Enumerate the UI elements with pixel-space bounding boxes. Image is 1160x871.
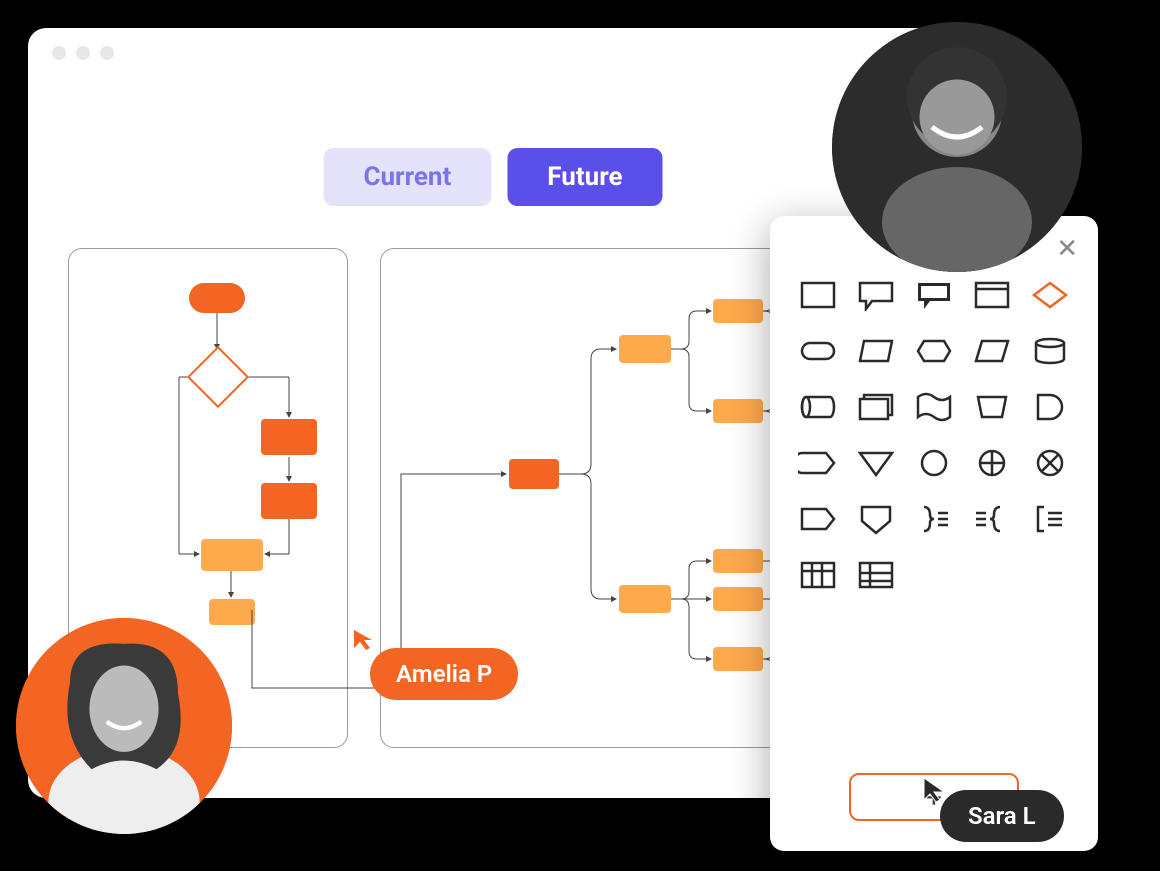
shape-flag-icon[interactable] bbox=[912, 390, 956, 424]
shape-rectangle-icon[interactable] bbox=[796, 278, 840, 312]
shape-shield-icon[interactable] bbox=[854, 502, 898, 536]
leaf-node[interactable] bbox=[713, 647, 763, 671]
collaborator-cursor-amelia: Amelia P bbox=[370, 648, 518, 700]
shape-bucket-icon[interactable] bbox=[970, 390, 1014, 424]
process-node[interactable] bbox=[261, 483, 317, 519]
shape-can-icon[interactable] bbox=[796, 390, 840, 424]
cursor-pointer-icon bbox=[352, 628, 376, 652]
avatar-placeholder-icon bbox=[16, 618, 232, 834]
branch-node[interactable] bbox=[619, 335, 671, 363]
shape-pentagon-tag-icon[interactable] bbox=[796, 502, 840, 536]
tab-future[interactable]: Future bbox=[507, 148, 662, 206]
shape-grid-vertical-icon[interactable] bbox=[796, 558, 840, 592]
leaf-node[interactable] bbox=[713, 299, 763, 323]
close-icon[interactable]: ✕ bbox=[1056, 234, 1078, 264]
shape-picker-panel: ✕ + bbox=[770, 216, 1098, 851]
shape-speech-bubble-icon[interactable] bbox=[854, 278, 898, 312]
tab-current[interactable]: Current bbox=[323, 148, 491, 206]
shape-cylinder-icon[interactable] bbox=[1028, 334, 1072, 368]
shape-circle-x-icon[interactable] bbox=[1028, 446, 1072, 480]
shape-card-icon[interactable] bbox=[970, 278, 1014, 312]
collaborator-avatar-top bbox=[832, 22, 1082, 272]
shape-grid bbox=[788, 278, 1080, 592]
leaf-node[interactable] bbox=[713, 399, 763, 423]
branch-node[interactable] bbox=[619, 585, 671, 613]
avatar-placeholder-icon bbox=[832, 22, 1082, 272]
window-dot bbox=[100, 46, 114, 60]
shape-tag-icon[interactable] bbox=[796, 446, 840, 480]
shape-bracket-icon[interactable] bbox=[1028, 502, 1072, 536]
shape-circle-cross-icon[interactable] bbox=[970, 446, 1014, 480]
shape-grid-horizontal-icon[interactable] bbox=[854, 558, 898, 592]
shape-brace-left-icon[interactable] bbox=[970, 502, 1014, 536]
shape-rounded-rect-icon[interactable] bbox=[796, 334, 840, 368]
shape-half-circle-icon[interactable] bbox=[1028, 390, 1072, 424]
shape-parallelogram-icon[interactable] bbox=[970, 334, 1014, 368]
collaborator-avatar-bottom bbox=[16, 618, 232, 834]
shape-circle-icon[interactable] bbox=[912, 446, 956, 480]
process-node[interactable] bbox=[201, 539, 263, 571]
shape-hexagon-icon[interactable] bbox=[912, 334, 956, 368]
leaf-node[interactable] bbox=[713, 549, 763, 573]
shape-speech-bubble-filled-icon[interactable] bbox=[912, 278, 956, 312]
window-dot bbox=[52, 46, 66, 60]
leaf-node[interactable] bbox=[713, 587, 763, 611]
collaborator-cursor-sara: Sara L bbox=[940, 790, 1064, 842]
shape-brace-right-icon[interactable] bbox=[912, 502, 956, 536]
window-titlebar bbox=[28, 28, 958, 78]
shape-document-stack-icon[interactable] bbox=[854, 390, 898, 424]
start-node[interactable] bbox=[189, 283, 245, 313]
cursor-pointer-icon bbox=[920, 776, 948, 804]
root-node[interactable] bbox=[509, 459, 559, 489]
state-tabs: Current Future bbox=[323, 148, 662, 206]
shape-triangle-down-icon[interactable] bbox=[854, 446, 898, 480]
shape-diamond-icon[interactable] bbox=[1028, 278, 1072, 312]
window-dot bbox=[76, 46, 90, 60]
shape-trapezoid-icon[interactable] bbox=[854, 334, 898, 368]
process-node[interactable] bbox=[261, 419, 317, 455]
process-node[interactable] bbox=[209, 599, 255, 625]
